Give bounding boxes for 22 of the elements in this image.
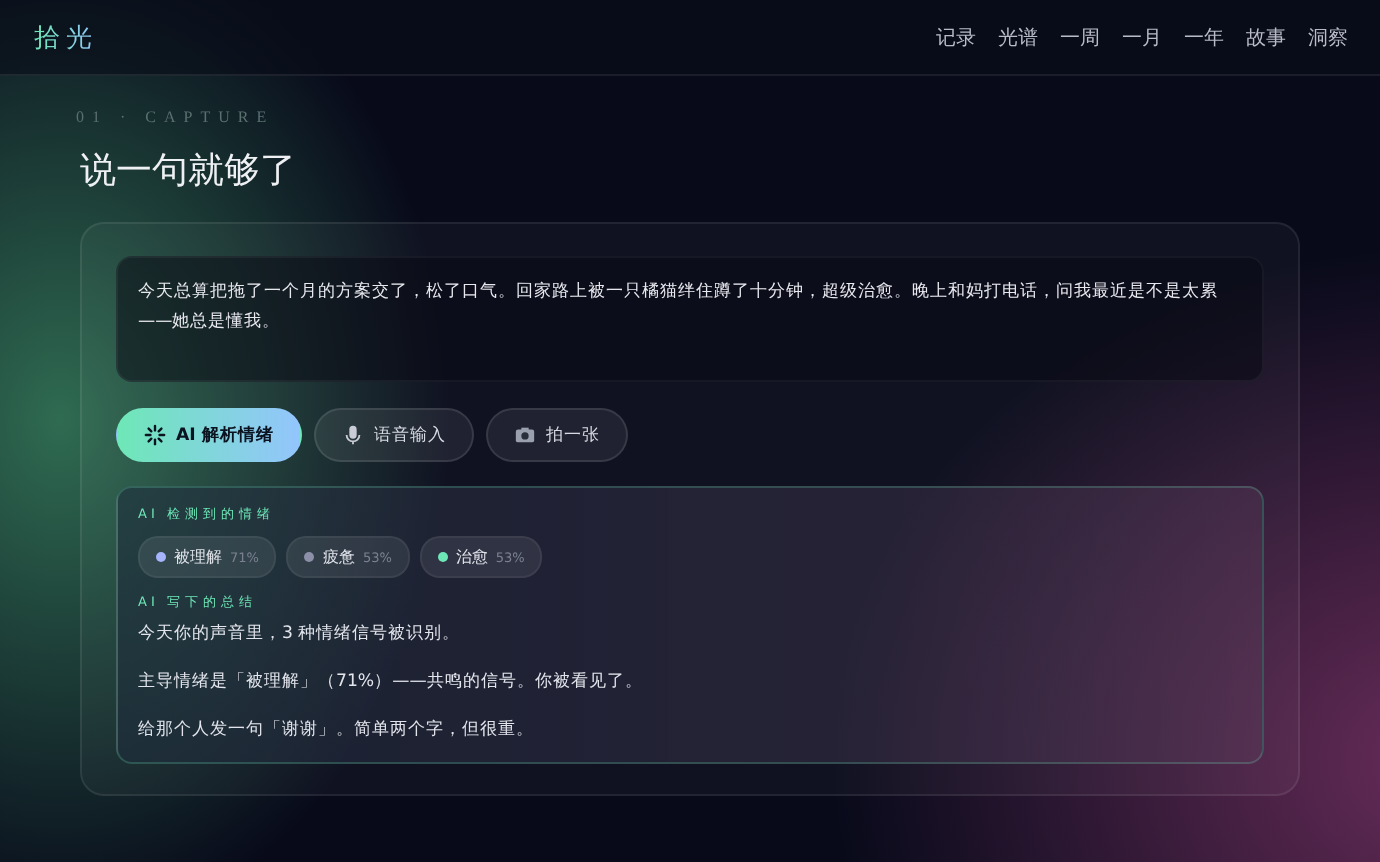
analyze-button[interactable]: AI 解析情绪 — [116, 408, 302, 462]
nav-link[interactable]: 光谱 — [998, 23, 1038, 51]
photo-button[interactable]: 拍一张 — [485, 408, 628, 462]
nav-link[interactable]: 洞察 — [1308, 23, 1348, 51]
emotion-name: 被理解 — [174, 546, 222, 568]
summary-text: 今天你的声音里，3 种情绪信号被识别。 — [138, 624, 463, 646]
summary-text: 给那个人发一句「谢谢」。简单两个字，但很重。 — [138, 720, 536, 742]
summary-text: 主导情绪是「被理解」（71%）——共鸣的信号。你被看见了。 — [138, 672, 645, 694]
entry-field[interactable]: 今天总算把拖了一个月的方案交了，松了口气。回家路上被一只橘猫绊住蹲了十分钟，超级治愈。晚上和妈打电话，问我最近是不是太累——她总是懂我。 — [116, 256, 1264, 382]
emotion-name: 治愈 — [455, 546, 488, 568]
camera-icon — [513, 424, 536, 446]
nav-link[interactable]: 一月 — [1122, 23, 1162, 51]
emotion-name: 疲惫 — [322, 546, 355, 568]
sparkle-icon — [144, 424, 166, 446]
nav-link[interactable]: 故事 — [1246, 23, 1286, 51]
voice-input-button[interactable]: 语音输入 — [313, 408, 474, 462]
nav-link[interactable]: 记录 — [936, 23, 976, 51]
microphone-icon — [341, 424, 364, 446]
nav-link[interactable]: 一周 — [1060, 23, 1100, 51]
page-title: 说一句就够了 — [80, 148, 298, 194]
nav-link[interactable]: 一年 — [1184, 23, 1224, 51]
section-label: 01 · CAPTURE — [76, 108, 277, 126]
